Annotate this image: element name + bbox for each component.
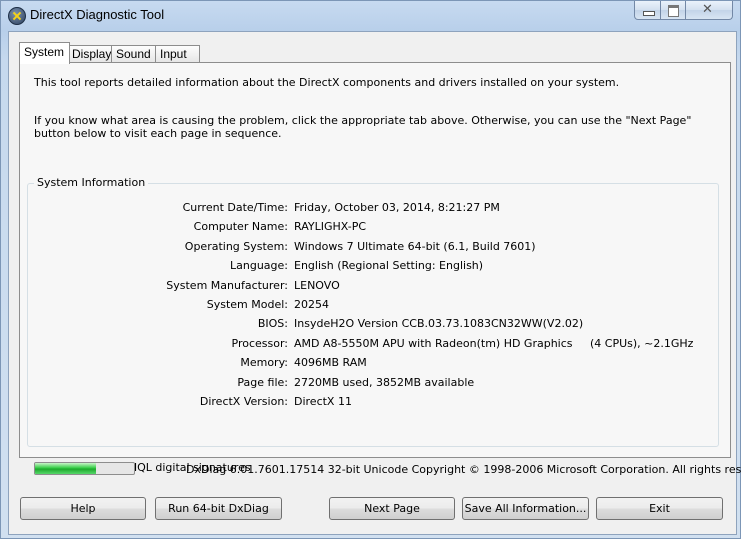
intro-text: This tool reports detailed information a…	[34, 76, 620, 89]
progress-fill	[35, 463, 97, 474]
system-information-title: System Information	[34, 176, 149, 189]
dxdiag-window: DirectX Diagnostic Tool ✕ System Display…	[0, 0, 741, 539]
info-label-text: BIOS:	[257, 317, 288, 330]
system-tab-panel: This tool reports detailed information a…	[19, 62, 731, 475]
copyright-text: DxDiag 6.01.7601.17514 32-bit Unicode Co…	[186, 463, 741, 476]
info-label: Computer Name:	[20, 220, 288, 234]
info-label: BIOS:	[20, 317, 288, 331]
info-label: Page file:	[20, 376, 288, 390]
info-label-text: DirectX Version:	[199, 395, 288, 408]
close-icon: ✕	[702, 2, 713, 17]
info-value-text: AMD A8-5550M APU with Radeon(tm) HD Grap…	[294, 337, 694, 350]
directx-icon	[8, 7, 26, 25]
progress-bar	[34, 462, 135, 475]
info-label-text: System Model:	[206, 298, 288, 311]
info-label-text: Memory:	[240, 356, 288, 369]
info-label-text: Current Date/Time:	[182, 201, 288, 214]
info-label: Processor:	[20, 337, 289, 351]
info-label-text: Page file:	[237, 376, 288, 389]
info-label-text: Computer Name:	[193, 220, 288, 233]
info-label: Operating System:	[20, 240, 288, 254]
window-title: DirectX Diagnostic Tool	[30, 7, 165, 22]
maximize-button[interactable]	[660, 1, 687, 20]
info-value-text: RAYLIGHX-PC	[294, 220, 367, 233]
info-label: Language:	[20, 259, 288, 273]
tab-system[interactable]: System	[19, 42, 70, 64]
info-value-text: 2720MB used, 3852MB available	[294, 376, 475, 389]
info-value-text: DirectX 11	[294, 395, 352, 408]
exit-button[interactable]: Exit	[596, 497, 723, 520]
save-all-information-button[interactable]: Save All Information...	[462, 497, 589, 520]
tab-display[interactable]: Display	[67, 45, 114, 63]
info-label: DirectX Version:	[20, 395, 288, 409]
title-bar[interactable]: DirectX Diagnostic Tool ✕	[1, 1, 740, 31]
close-button[interactable]: ✕	[685, 1, 733, 20]
info-value-text: Windows 7 Ultimate 64-bit (6.1, Build 76…	[294, 240, 536, 253]
info-label-text: Language:	[230, 259, 288, 272]
info-label: Current Date/Time:	[20, 201, 288, 215]
info-value-text: English (Regional Setting: English)	[294, 259, 484, 272]
run-64bit-dxdiag-button[interactable]: Run 64-bit DxDiag	[155, 497, 282, 520]
info-label-text: Processor:	[231, 337, 289, 350]
help-button[interactable]: Help	[20, 497, 146, 520]
info-value-text: Friday, October 03, 2014, 8:21:27 PM	[294, 201, 500, 214]
info-label-text: System Manufacturer:	[166, 279, 288, 292]
tab-sound[interactable]: Sound	[111, 45, 158, 63]
minimize-icon	[643, 11, 655, 16]
intro-instructions: If you know what area is causing the pro…	[34, 114, 692, 140]
info-value-text: InsydeH2O Version CCB.03.73.1083CN32WW(V…	[294, 317, 584, 330]
info-label: System Manufacturer:	[20, 279, 288, 293]
minimize-button[interactable]	[634, 1, 662, 20]
client-area: System Display Sound Input This tool rep…	[8, 31, 741, 535]
info-label: System Model:	[20, 298, 288, 312]
tab-input[interactable]: Input	[155, 45, 200, 63]
info-value-text: 20254	[294, 298, 329, 311]
maximize-icon	[668, 5, 679, 17]
next-page-button[interactable]: Next Page	[329, 497, 455, 520]
info-label: Memory:	[20, 356, 288, 370]
info-label-text: Operating System:	[184, 240, 288, 253]
info-value-text: 4096MB RAM	[294, 356, 367, 369]
info-value-text: LENOVO	[294, 279, 340, 292]
